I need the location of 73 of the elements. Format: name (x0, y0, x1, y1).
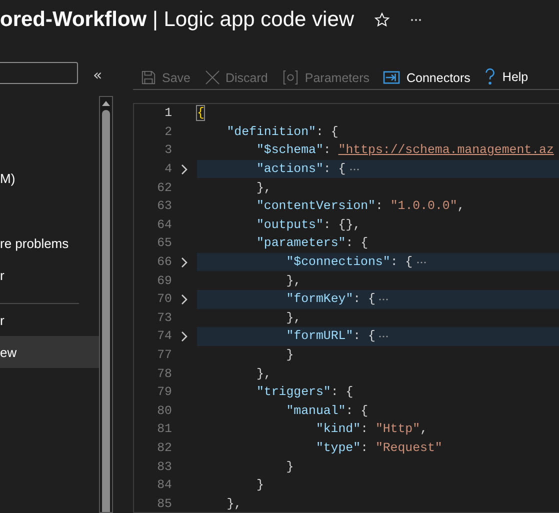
line-number: 81 (156, 422, 172, 436)
code-editor[interactable] (133, 103, 559, 513)
nav-item[interactable]: re problems (0, 227, 99, 259)
line-number: 85 (156, 496, 172, 511)
line-number: 74 (156, 329, 172, 344)
code-line: }, (286, 274, 302, 288)
search-field[interactable] (0, 62, 78, 84)
code-line: "parameters": { (256, 236, 368, 250)
ellipsis-icon[interactable] (416, 260, 426, 264)
close-icon (204, 70, 220, 85)
chevron-right-icon[interactable] (181, 256, 188, 268)
code-line: "kind": "Http", (316, 422, 428, 436)
star-icon[interactable] (374, 12, 390, 28)
more-icon[interactable] (410, 18, 422, 22)
code-line: "formURL": { (286, 329, 376, 344)
line-number: 83 (156, 460, 172, 474)
connector-icon (383, 70, 400, 85)
line-number: 1 (164, 106, 172, 120)
line-number: 70 (156, 292, 172, 306)
toolbar-button[interactable]: Connectors (383, 70, 470, 85)
line-number: 73 (156, 310, 172, 325)
code-line: "$connections": { (286, 255, 413, 270)
code-line: } (286, 460, 294, 474)
ellipsis-icon[interactable] (379, 334, 388, 338)
code-line: }, (256, 180, 272, 195)
line-number: 69 (156, 274, 172, 288)
line-number: 82 (156, 440, 172, 455)
scroll-up-icon[interactable] (102, 100, 110, 106)
scrollbar[interactable] (99, 96, 113, 513)
line-number: 80 (156, 404, 172, 418)
ellipsis-icon[interactable] (350, 168, 359, 171)
collapse-button[interactable]: « (93, 66, 102, 84)
scrollbar-thumb[interactable] (102, 110, 110, 512)
chevron-right-icon[interactable] (181, 330, 188, 342)
chevron-right-icon[interactable] (181, 294, 188, 305)
code-line: "actions": { (256, 162, 346, 176)
ellipsis-icon[interactable] (379, 298, 388, 301)
code-line: "$schema": "https://schema.management.az (256, 143, 554, 158)
line-number: 78 (156, 366, 172, 381)
page-title: ored-Workflow | Logic app code view (0, 8, 354, 32)
code-line: }, (256, 366, 272, 381)
nav-item[interactable]: r (0, 304, 99, 336)
nav-item[interactable]: M) (0, 162, 99, 194)
code-line: "outputs": {}, (256, 218, 361, 232)
line-number: 84 (156, 478, 172, 492)
chevron-right-icon[interactable] (181, 164, 188, 175)
help-icon (484, 68, 496, 85)
code-line: { (197, 106, 204, 120)
toolbar-button[interactable]: Help (484, 68, 528, 85)
code-line: "definition": { (226, 124, 338, 139)
code-line: "type": "Request" (316, 440, 442, 455)
code-line: "manual": { (286, 404, 368, 418)
nav-item[interactable]: r (0, 259, 99, 291)
line-number: 65 (156, 236, 172, 250)
line-number: 79 (156, 385, 172, 400)
code-line: "formKey": { (286, 292, 376, 306)
line-number: 64 (156, 218, 172, 232)
line-number: 3 (164, 143, 172, 158)
code-line: "triggers": { (256, 385, 354, 400)
parameters-icon (282, 70, 299, 85)
line-number: 66 (156, 255, 172, 270)
code-line: } (286, 348, 294, 362)
line-number: 2 (164, 124, 172, 139)
code-line: }, (226, 496, 242, 511)
line-number: 63 (156, 199, 172, 214)
save-icon (141, 70, 156, 85)
code-line: "contentVersion": "1.0.0.0", (256, 199, 465, 214)
line-number: 4 (164, 162, 172, 176)
nav-item[interactable]: ew (0, 336, 99, 368)
code-line: } (256, 478, 264, 492)
code-line: }, (286, 310, 302, 325)
line-number: 62 (156, 180, 172, 195)
line-number: 77 (156, 348, 172, 362)
